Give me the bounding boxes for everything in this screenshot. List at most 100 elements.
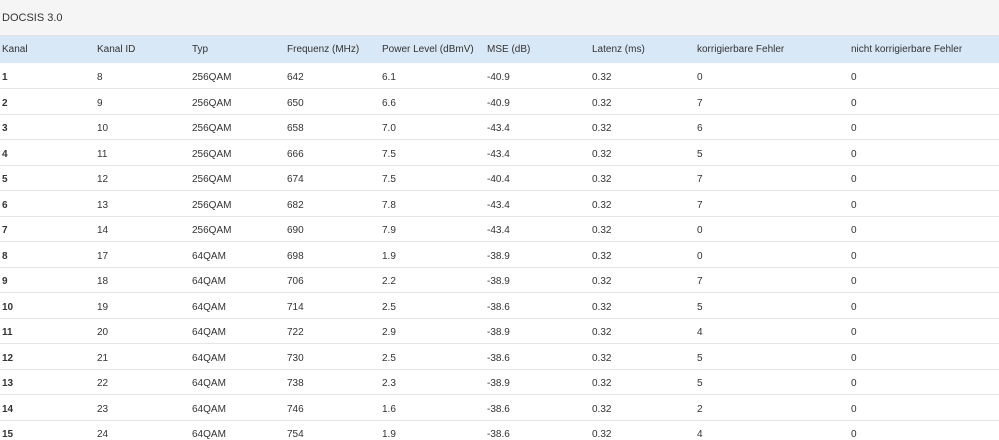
cell-frequenz: 730 [287, 352, 304, 364]
table-body: 1 8 256QAM 642 6.1 -40.9 0.32 0 0 2 9 256QAM 650 6.6-… [0, 63, 999, 440]
cell-kanal-id: 22 [97, 378, 109, 390]
cell-kanal-id: 21 [97, 352, 109, 364]
cell-power-level: 2.5 [382, 352, 396, 364]
cell-typ: 256QAM [192, 199, 232, 211]
table-row: 7 14 256QAM 690 7.9 -43.4 0.32 0 0 [0, 216, 999, 242]
cell-kanal: 12 [2, 352, 14, 364]
cell-typ: 256QAM [192, 123, 232, 135]
cell-korrigierbare-fehler: 7 [697, 174, 703, 186]
cell-nicht-korrigierbare-fehler: 0 [851, 276, 857, 288]
cell-latenz: 0.32 [592, 301, 612, 313]
cell-power-level: 1.9 [382, 250, 396, 262]
cell-typ: 64QAM [192, 327, 226, 339]
cell-korrigierbare-fehler: 6 [697, 123, 703, 135]
cell-typ: 256QAM [192, 148, 232, 160]
cell-nicht-korrigierbare-fehler: 0 [851, 199, 857, 211]
cell-power-level: 7.5 [382, 174, 396, 186]
table-row: 8 17 64QAM 698 1.9 -38.9 0.32 0 0 [0, 242, 999, 267]
header-kanal: Kanal [2, 44, 28, 55]
cell-korrigierbare-fehler: 5 [697, 148, 703, 160]
cell-kanal-id: 20 [97, 327, 109, 339]
cell-nicht-korrigierbare-fehler: 0 [851, 378, 857, 390]
cell-korrigierbare-fehler: 2 [697, 403, 703, 415]
cell-kanal-id: 12 [97, 174, 109, 186]
cell-kanal-id: 13 [97, 199, 109, 211]
cell-typ: 256QAM [192, 225, 232, 237]
cell-mse: -43.4 [487, 148, 510, 160]
header-latenz: Latenz (ms) [592, 44, 645, 55]
cell-typ: 64QAM [192, 276, 226, 288]
table-row: 5 12 256QAM 674 7.5 -40.4 0.32 7 0 [0, 165, 999, 191]
cell-power-level: 7.8 [382, 199, 396, 211]
cell-latenz: 0.32 [592, 403, 612, 415]
cell-mse: -43.4 [487, 199, 510, 211]
cell-frequenz: 706 [287, 276, 304, 288]
panel-title: DOCSIS 3.0 [0, 0, 999, 36]
cell-latenz: 0.32 [592, 378, 612, 390]
cell-mse: -38.6 [487, 352, 510, 364]
cell-kanal-id: 18 [97, 276, 109, 288]
cell-kanal: 4 [2, 148, 8, 160]
cell-power-level: 6.1 [382, 72, 396, 83]
cell-latenz: 0.32 [592, 276, 612, 288]
cell-latenz: 0.32 [592, 123, 612, 135]
cell-latenz: 0.32 [592, 352, 612, 364]
cell-power-level: 6.6 [382, 97, 396, 109]
cell-mse: -38.6 [487, 301, 510, 313]
cell-power-level: 2.5 [382, 301, 396, 313]
cell-kanal-id: 9 [97, 97, 103, 109]
cell-frequenz: 658 [287, 123, 304, 135]
cell-kanal: 8 [2, 250, 8, 262]
cell-typ: 256QAM [192, 97, 232, 109]
cell-mse: -38.9 [487, 327, 510, 339]
header-power-level: Power Level (dBmV) [382, 44, 474, 55]
cell-korrigierbare-fehler: 0 [697, 72, 703, 83]
cell-kanal-id: 23 [97, 403, 109, 415]
cell-kanal: 15 [2, 429, 14, 440]
cell-mse: -38.6 [487, 403, 510, 415]
cell-kanal: 7 [2, 225, 8, 237]
cell-kanal: 3 [2, 123, 8, 135]
cell-kanal-id: 8 [97, 72, 103, 83]
cell-latenz: 0.32 [592, 174, 612, 186]
cell-kanal: 9 [2, 276, 8, 288]
cell-frequenz: 746 [287, 403, 304, 415]
cell-latenz: 0.32 [592, 429, 612, 440]
cell-nicht-korrigierbare-fehler: 0 [851, 123, 857, 135]
cell-power-level: 7.5 [382, 148, 396, 160]
cell-power-level: 1.6 [382, 403, 396, 415]
cell-power-level: 2.3 [382, 378, 396, 390]
table-row: 1 8 256QAM 642 6.1 -40.9 0.32 0 0 [0, 63, 999, 89]
header-nicht-korrigierbare-fehler: nicht korrigierbare Fehler [851, 44, 963, 55]
cell-typ: 256QAM [192, 174, 232, 186]
cell-korrigierbare-fehler: 5 [697, 378, 703, 390]
cell-nicht-korrigierbare-fehler: 0 [851, 327, 857, 339]
cell-latenz: 0.32 [592, 199, 612, 211]
cell-korrigierbare-fehler: 0 [697, 225, 703, 237]
cell-frequenz: 682 [287, 199, 304, 211]
table-row: 9 18 64QAM 706 2.2 -38.9 0.32 7 0 [0, 267, 999, 293]
cell-latenz: 0.32 [592, 225, 612, 237]
cell-nicht-korrigierbare-fehler: 0 [851, 97, 857, 109]
cell-kanal-id: 10 [97, 123, 109, 135]
cell-frequenz: 642 [287, 72, 304, 83]
cell-kanal-id: 19 [97, 301, 109, 313]
cell-kanal: 13 [2, 378, 14, 390]
cell-typ: 64QAM [192, 301, 226, 313]
table-row: 14 23 64QAM 746 1.6 -38.6 0.32 2 0 [0, 395, 999, 420]
cell-typ: 64QAM [192, 352, 226, 364]
table-row: 4 11 256QAM 666 7.5 -43.4 0.32 5 0 [0, 140, 999, 165]
cell-kanal-id: 24 [97, 429, 109, 440]
table-row: 11 20 64QAM 722 2.9 -38.9 0.32 4 0 [0, 318, 999, 344]
table-header-row: Kanal Kanal ID Typ Frequenz (MHz) Power … [0, 36, 999, 63]
cell-typ: 64QAM [192, 378, 226, 390]
cell-frequenz: 690 [287, 225, 304, 237]
cell-mse: -38.9 [487, 378, 510, 390]
cell-nicht-korrigierbare-fehler: 0 [851, 250, 857, 262]
cell-kanal-id: 11 [97, 148, 108, 160]
cell-korrigierbare-fehler: 0 [697, 250, 703, 262]
channel-table: Kanal Kanal ID Typ Frequenz (MHz) Power … [0, 36, 999, 440]
cell-latenz: 0.32 [592, 327, 612, 339]
header-korrigierbare-fehler: korrigierbare Fehler [697, 44, 785, 55]
cell-kanal-id: 17 [97, 250, 109, 262]
